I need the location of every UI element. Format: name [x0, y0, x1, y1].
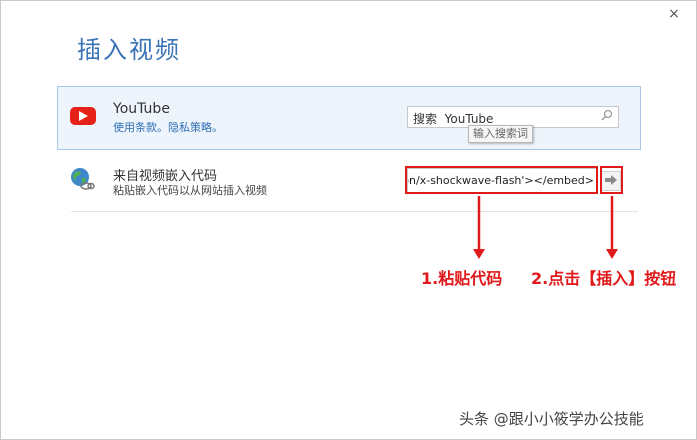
- watermark: 头条 @跟小小筱学办公技能: [459, 410, 644, 428]
- embed-code-description: 粘贴嵌入代码以从网站插入视频: [113, 184, 267, 197]
- dialog-title: 插入视频: [77, 36, 181, 64]
- highlight-box-embed-input: [405, 166, 598, 194]
- privacy-policy-link[interactable]: 隐私策略: [168, 121, 212, 134]
- terms-of-use-link[interactable]: 使用条款: [113, 121, 157, 134]
- close-icon[interactable]: ×: [666, 6, 682, 22]
- annotation-step2: 2.点击【插入】按钮: [531, 269, 677, 288]
- highlight-box-insert-button: [600, 166, 623, 194]
- globe-icon: [69, 166, 95, 192]
- search-tooltip: 输入搜索词: [468, 125, 533, 143]
- youtube-name: YouTube: [113, 101, 170, 117]
- row-divider: [71, 211, 638, 212]
- search-icon[interactable]: [599, 109, 615, 125]
- insert-video-dialog: [0, 0, 697, 440]
- youtube-links: 使用条款。隐私策略。: [113, 121, 223, 134]
- annotation-step1: 1.粘贴代码: [421, 269, 503, 288]
- youtube-logo-icon: [70, 107, 96, 125]
